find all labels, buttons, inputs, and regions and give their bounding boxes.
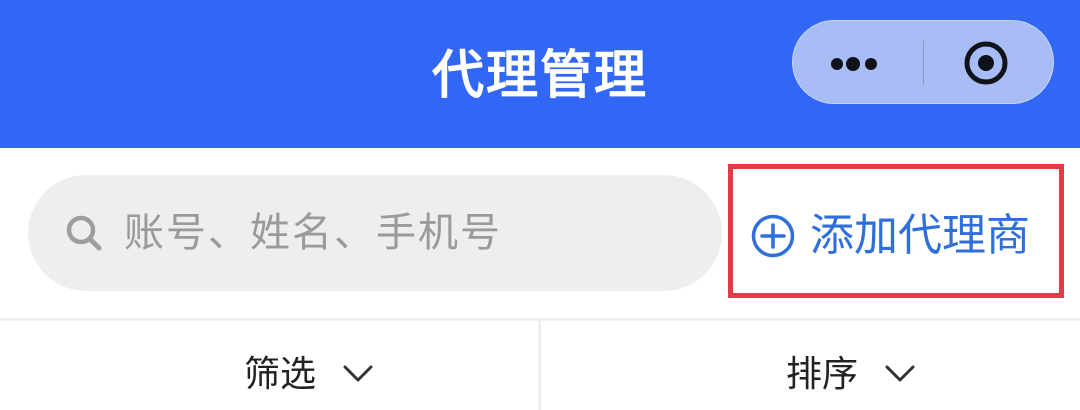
search-input[interactable]: 账号、姓名、手机号 [28,175,722,291]
add-agent-button[interactable]: 添加代理商 [746,200,1058,272]
sort-label: 排序 [786,354,859,395]
filter-button[interactable]: 筛选 [244,345,384,410]
search-placeholder: 账号、姓名、手机号 [124,210,502,256]
filter-label: 筛选 [244,354,317,395]
mini-program-capsule [792,20,1054,104]
search-icon [66,215,102,251]
target-circle-icon [964,41,1008,85]
toolbar-column-divider [538,321,541,410]
more-button[interactable] [793,21,923,105]
sort-button[interactable]: 排序 [786,345,926,410]
plus-circle-icon [751,214,795,258]
chevron-down-icon [885,365,915,382]
add-agent-label: 添加代理商 [810,210,1030,261]
close-miniprogram-button[interactable] [924,21,1055,105]
nav-header: 代理管理 [0,0,1080,148]
page: 代理管理 账号、姓名、手机号 添加代理商 筛选 排序 [0,0,1080,410]
chevron-down-icon [343,365,373,382]
